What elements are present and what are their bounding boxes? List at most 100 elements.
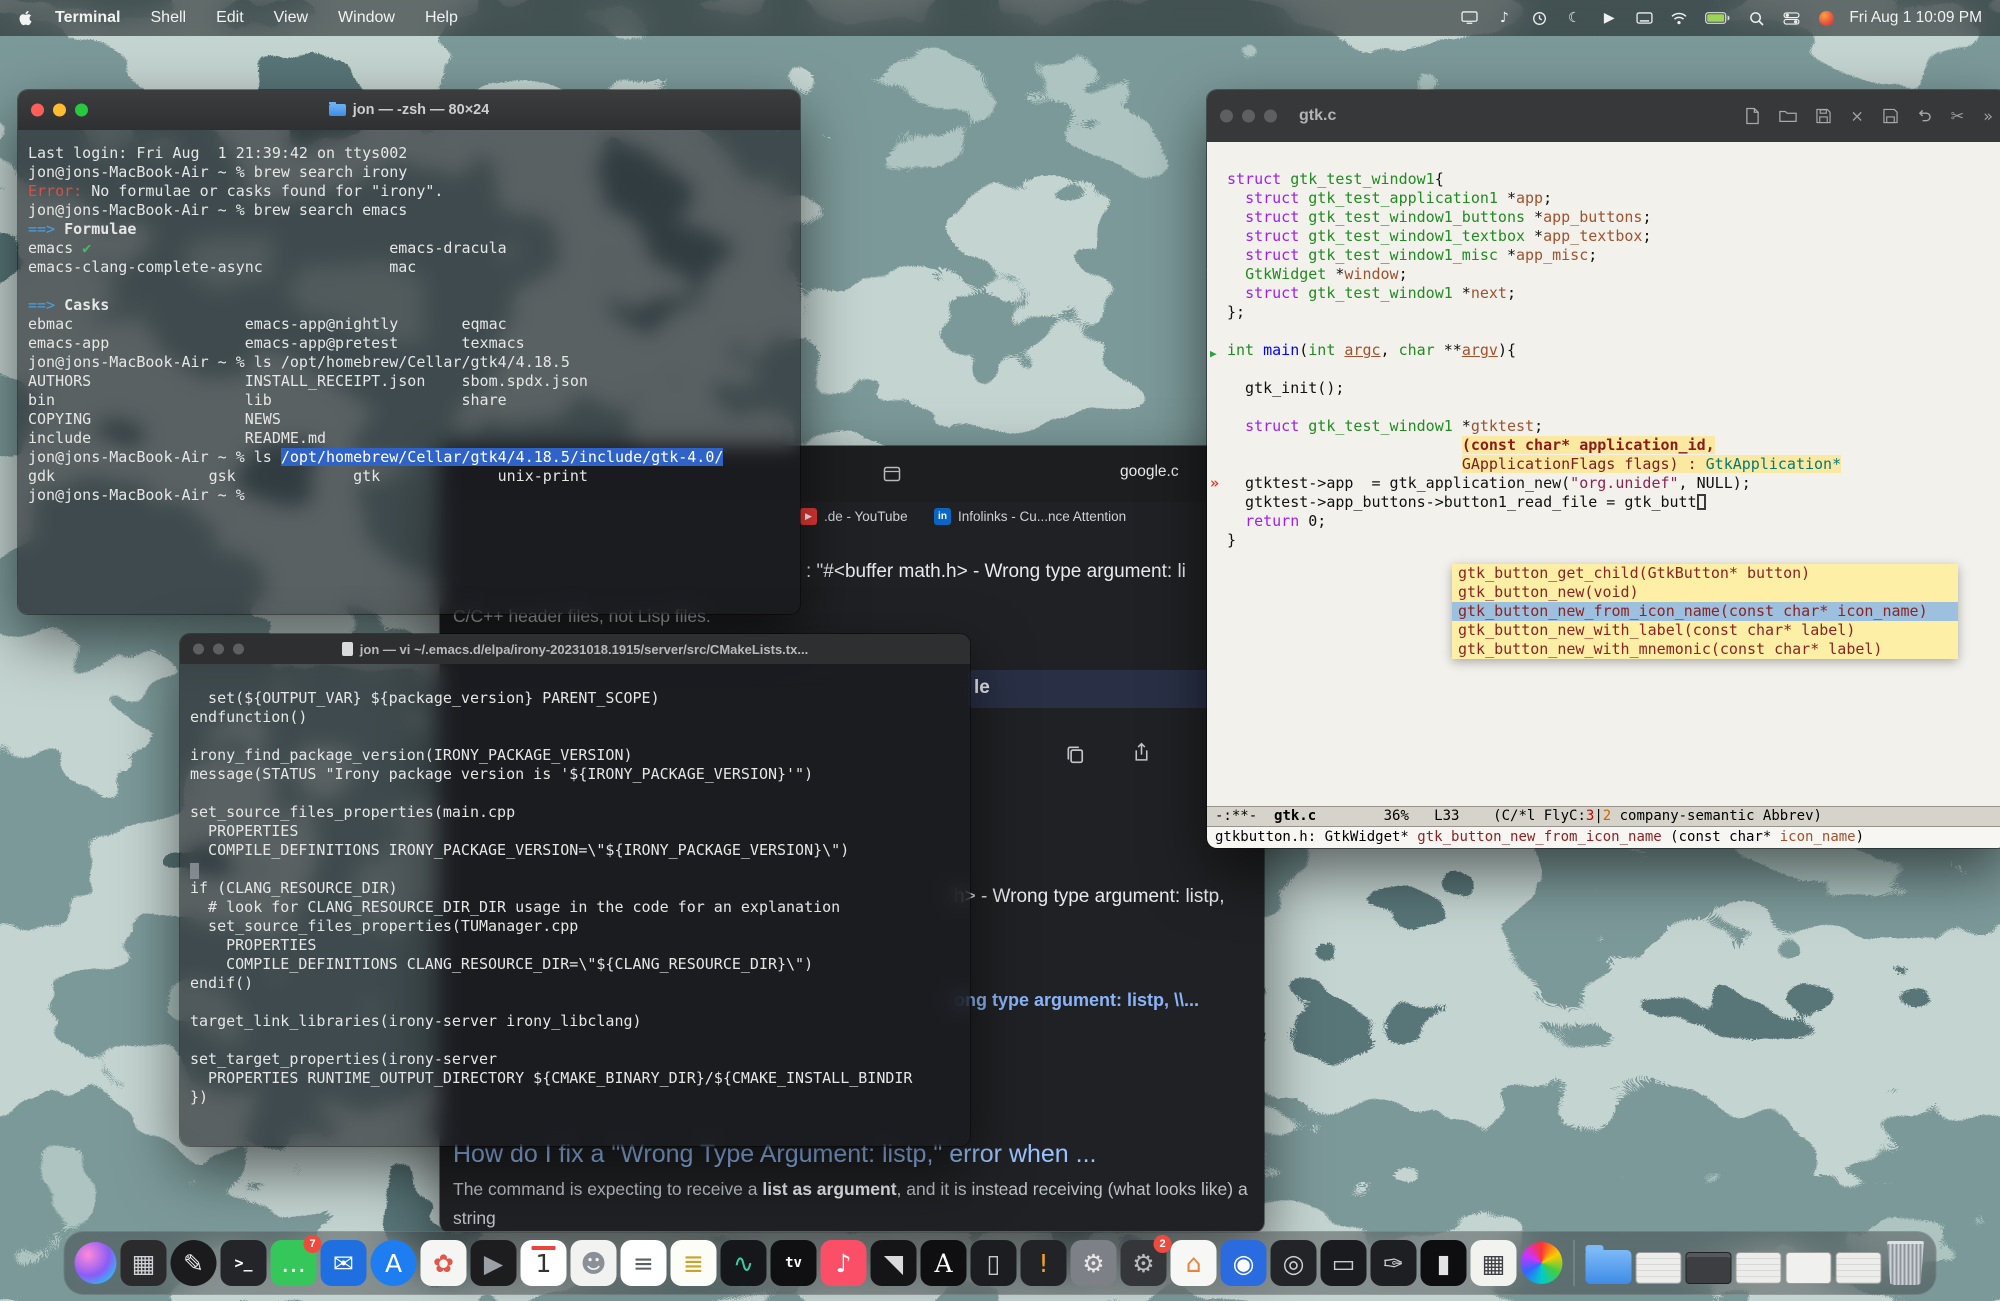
downloads-folder[interactable] xyxy=(1586,1250,1632,1284)
photo-booth[interactable]: ◉ xyxy=(1221,1240,1267,1286)
minimized-window-1[interactable] xyxy=(1636,1252,1682,1284)
bookmark-infolinks[interactable]: in Infolinks - Cu...nce Attention xyxy=(934,508,1126,525)
emacs-buffer[interactable]: struct gtk_test_window1{ struct gtk_test… xyxy=(1207,142,2000,806)
utility-app[interactable]: ⚙2 xyxy=(1121,1240,1167,1286)
minimized-window-5[interactable] xyxy=(1836,1252,1882,1284)
system-settings[interactable]: ⚙ xyxy=(1071,1240,1117,1286)
terminal-output[interactable]: Last login: Fri Aug 1 21:39:42 on ttys00… xyxy=(18,130,800,614)
focus-moon-icon[interactable]: ☾ xyxy=(1565,6,1583,30)
display-icon[interactable] xyxy=(1460,6,1478,30)
spotlight-icon[interactable] xyxy=(1747,6,1765,30)
audio-app[interactable]: ∿ xyxy=(721,1240,767,1286)
terminal-window[interactable]: jon — -zsh — 80×24 Last login: Fri Aug 1… xyxy=(18,90,800,614)
result-link-fragment[interactable]: ong type argument: listp, \\... xyxy=(954,990,1199,1011)
notes[interactable]: ≣ xyxy=(671,1240,717,1286)
terminal[interactable]: >_ xyxy=(221,1240,267,1286)
display-app[interactable]: ▭ xyxy=(1321,1240,1367,1286)
music[interactable]: ♪ xyxy=(821,1240,867,1286)
contacts[interactable]: ☻ xyxy=(571,1240,617,1286)
mouse-app[interactable]: ▮ xyxy=(1421,1240,1467,1286)
menu-bar-clock[interactable]: Fri Aug 1 10:09 PM xyxy=(1849,9,1982,27)
cut-icon[interactable]: ✂ xyxy=(1951,107,1964,126)
completion-item[interactable]: gtk_button_get_child(GtkButton* button) xyxy=(1452,564,1958,583)
app-store[interactable]: A xyxy=(371,1240,417,1286)
play-icon[interactable]: ▶ xyxy=(1600,6,1618,30)
minimize-button[interactable] xyxy=(213,644,224,655)
mail[interactable]: ✉ xyxy=(321,1240,367,1286)
undo-icon[interactable] xyxy=(1917,110,1932,123)
completion-item[interactable]: gtk_button_new_with_label(const char* la… xyxy=(1452,621,1958,640)
open-file-icon[interactable] xyxy=(1779,109,1797,124)
menu-shell[interactable]: Shell xyxy=(151,9,187,27)
menu-terminal[interactable]: Terminal xyxy=(55,9,121,27)
pen-app[interactable]: ✑ xyxy=(1371,1240,1417,1286)
zoom-button[interactable] xyxy=(1264,110,1277,123)
address-url[interactable]: google.c xyxy=(1120,463,1179,481)
messages[interactable]: …7 xyxy=(271,1240,317,1286)
now-playing-icon[interactable]: ♪ xyxy=(1495,6,1513,30)
apple-menu[interactable] xyxy=(18,9,33,27)
profile-icon[interactable] xyxy=(1817,6,1835,30)
completion-item[interactable]: gtk_button_new(void) xyxy=(1452,583,1958,602)
vi-terminal-window[interactable]: jon — vi ~/.emacs.d/elpa/irony-20231018.… xyxy=(180,634,970,1146)
screen-mirror-icon[interactable] xyxy=(1635,6,1653,30)
share-icon[interactable] xyxy=(1132,742,1151,768)
text-line: emacs-clang-complete-async mac xyxy=(28,258,790,277)
zoom-button[interactable] xyxy=(233,644,244,655)
result-line-fragment: h> - Wrong type argument: listp, xyxy=(954,886,1225,908)
fonts-app[interactable]: A xyxy=(921,1240,967,1286)
battery-icon[interactable] xyxy=(1705,6,1730,30)
drawing-app[interactable]: ✎ xyxy=(171,1240,217,1286)
alert-app[interactable]: ! xyxy=(1021,1240,1067,1286)
calendar[interactable]: 1 xyxy=(521,1240,567,1286)
minimized-window-4[interactable] xyxy=(1786,1252,1832,1284)
trash[interactable] xyxy=(1886,1241,1926,1285)
menu-view[interactable]: View xyxy=(274,9,308,27)
result-card-fragment: le xyxy=(974,677,990,699)
video-app[interactable]: ▶ xyxy=(471,1240,517,1286)
home-app[interactable]: ⌂ xyxy=(1171,1240,1217,1286)
control-center-icon[interactable] xyxy=(1782,6,1800,30)
menu-window[interactable]: Window xyxy=(338,9,395,27)
close-icon[interactable]: × xyxy=(1850,107,1863,126)
zoom-button[interactable] xyxy=(75,104,88,117)
siri[interactable] xyxy=(75,1242,117,1284)
completion-item[interactable]: gtk_button_new_with_mnemonic(const char*… xyxy=(1452,640,1958,659)
news-app[interactable]: ◥ xyxy=(871,1240,917,1286)
tab-overview-icon[interactable] xyxy=(883,466,901,487)
save-as-icon[interactable] xyxy=(1883,109,1898,124)
vi-titlebar[interactable]: jon — vi ~/.emacs.d/elpa/irony-20231018.… xyxy=(180,634,970,664)
minimize-button[interactable] xyxy=(53,104,66,117)
minimized-window-2[interactable] xyxy=(1686,1252,1732,1284)
menu-help[interactable]: Help xyxy=(425,9,458,27)
emacs-window[interactable]: gtk.c ×✂» struct gtk_test_window1{ struc… xyxy=(1207,90,2000,848)
apple-tv[interactable]: tv xyxy=(771,1240,817,1286)
close-button[interactable] xyxy=(31,104,44,117)
emacs-mode-line: -:**- gtk.c 36% L33 (C/*l FlyC:3|2 compa… xyxy=(1207,806,2000,827)
completion-item[interactable]: gtk_button_new_from_icon_name(const char… xyxy=(1452,602,1958,621)
time-machine-icon[interactable] xyxy=(1530,6,1548,30)
menu-edit[interactable]: Edit xyxy=(216,9,244,27)
vi-editor-output[interactable]: set(${OUTPUT_VAR} ${package_version} PAR… xyxy=(180,664,970,1146)
close-button[interactable] xyxy=(1220,110,1233,123)
emacs-titlebar[interactable]: gtk.c ×✂» xyxy=(1207,90,2000,142)
minimized-window-3[interactable] xyxy=(1736,1252,1782,1284)
photos[interactable]: ✿ xyxy=(421,1240,467,1286)
text-line: COMPILE_DEFINITIONS IRONY_PACKAGE_VERSIO… xyxy=(190,841,960,860)
preview-app[interactable]: ◎ xyxy=(1271,1240,1317,1286)
wifi-icon[interactable] xyxy=(1670,6,1688,30)
minimize-button[interactable] xyxy=(1242,110,1255,123)
phone-mirroring[interactable]: ▯ xyxy=(971,1240,1017,1286)
reminders[interactable]: ≡ xyxy=(621,1240,667,1286)
terminal-titlebar[interactable]: jon — -zsh — 80×24 xyxy=(18,90,800,130)
keypad-app[interactable]: ▦ xyxy=(1471,1240,1517,1286)
color-app[interactable] xyxy=(1521,1242,1563,1284)
close-button[interactable] xyxy=(193,644,204,655)
text-line: irony_find_package_version(IRONY_PACKAGE… xyxy=(190,746,960,765)
save-icon[interactable] xyxy=(1816,109,1831,124)
bookmark-youtube[interactable]: ▶ .de - YouTube xyxy=(800,508,908,525)
launchpad[interactable]: ▦ xyxy=(121,1240,167,1286)
new-file-icon[interactable] xyxy=(1745,108,1760,125)
copy-icon[interactable] xyxy=(1065,744,1085,769)
more-tools-icon[interactable]: » xyxy=(1983,107,1993,126)
